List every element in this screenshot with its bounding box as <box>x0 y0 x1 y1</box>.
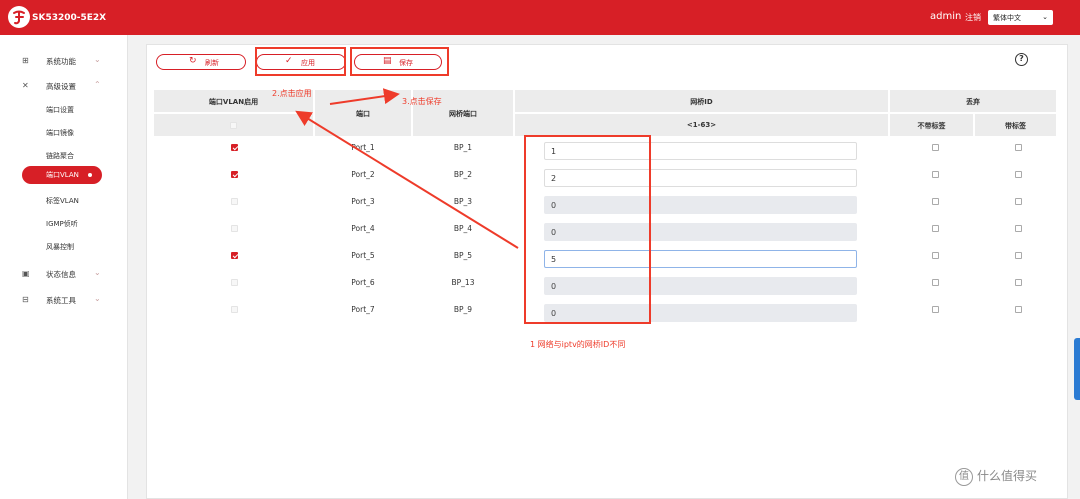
sidebar-group-label: 系统功能 <box>46 57 76 66</box>
header-port: 端口 <box>315 90 411 136</box>
tagged-discard-checkbox[interactable] <box>1015 171 1022 178</box>
tagged-discard-checkbox[interactable] <box>1015 225 1022 232</box>
watermark-logo-icon: 值 <box>955 467 973 486</box>
sidebar-group-label: 状态信息 <box>46 270 76 279</box>
port-name: Port_5 <box>351 251 375 260</box>
sidebar-item-port-mirroring[interactable]: 端口镜像 <box>46 128 74 138</box>
annotation-bridge-id-box <box>524 135 651 324</box>
port-name: Port_1 <box>351 143 375 152</box>
port-name: Port_4 <box>351 224 375 233</box>
sidebar-group-status-info[interactable]: ▣ 状态信息 ⌄ <box>0 268 128 282</box>
brand-logo <box>8 6 30 28</box>
bridge-port: BP_1 <box>453 143 473 152</box>
tagged-discard-checkbox[interactable] <box>1015 144 1022 151</box>
chevron-down-icon: ⌄ <box>94 294 101 303</box>
watermark-text: 什么值得买 <box>977 469 1038 483</box>
help-icon[interactable]: ? <box>1015 53 1028 66</box>
annotation-step-2: 2.点击应用 <box>272 89 312 98</box>
sidebar-item-port-settings[interactable]: 端口设置 <box>46 105 74 115</box>
brand-logo-icon <box>13 10 25 25</box>
sidebar: ⊞ 系统功能 ⌄ ✕ 高级设置 ⌃ 端口设置 端口镜像 链路聚合 端口VLAN … <box>0 35 128 499</box>
port-5-enable-checkbox[interactable] <box>231 252 238 259</box>
top-bar: SK53200-5E2X admin 注销 繁体中文 ⌄ <box>0 0 1080 35</box>
port-7-enable-checkbox[interactable] <box>231 306 238 313</box>
header-bridge-id-range: <1-63> <box>515 114 888 136</box>
username: admin <box>930 11 962 22</box>
port-4-enable-checkbox[interactable] <box>231 225 238 232</box>
enable-all-checkbox[interactable] <box>230 122 237 129</box>
untagged-discard-checkbox[interactable] <box>932 144 939 151</box>
annotation-step-1: 1 网络与iptv的网桥ID不同 <box>530 340 626 349</box>
monitor-icon: ▣ <box>22 269 30 278</box>
watermark: 值什么值得买 <box>955 467 1037 486</box>
untagged-discard-checkbox[interactable] <box>932 252 939 259</box>
untagged-discard-checkbox[interactable] <box>932 225 939 232</box>
bridge-port: BP_5 <box>453 251 473 260</box>
sidebar-item-label: 端口VLAN <box>46 171 79 179</box>
grid-icon: ⊞ <box>22 56 29 65</box>
language-select[interactable]: 繁体中文 ⌄ <box>988 10 1053 25</box>
untagged-discard-checkbox[interactable] <box>932 279 939 286</box>
tools-icon: ✕ <box>22 81 29 90</box>
sidebar-item-igmp-snooping[interactable]: IGMP侦听 <box>46 219 78 229</box>
tagged-discard-checkbox[interactable] <box>1015 252 1022 259</box>
chevron-up-icon: ⌃ <box>94 80 101 89</box>
bridge-port: BP_9 <box>453 305 473 314</box>
bridge-port: BP_2 <box>453 170 473 179</box>
tagged-discard-checkbox[interactable] <box>1015 306 1022 313</box>
tagged-discard-checkbox[interactable] <box>1015 279 1022 286</box>
sidebar-group-label: 系统工具 <box>46 296 76 305</box>
sidebar-group-system-functions[interactable]: ⊞ 系统功能 ⌄ <box>0 55 128 69</box>
header-discard: 丢弃 <box>890 90 1056 112</box>
bridge-port: BP_4 <box>453 224 473 233</box>
port-1-enable-checkbox[interactable] <box>231 144 238 151</box>
untagged-discard-checkbox[interactable] <box>932 171 939 178</box>
device-model: SK53200-5E2X <box>32 13 107 23</box>
side-float-tab[interactable] <box>1074 338 1080 400</box>
sidebar-item-link-aggregation[interactable]: 链路聚合 <box>46 151 74 161</box>
bridge-port: BP_3 <box>453 197 473 206</box>
active-dot-icon <box>88 173 92 177</box>
refresh-button[interactable]: ↻ 刷新 <box>156 54 246 70</box>
language-value: 繁体中文 <box>993 14 1021 22</box>
annotation-save-box <box>350 47 449 76</box>
sidebar-group-system-tools[interactable]: ⊟ 系统工具 ⌄ <box>0 294 128 308</box>
toolbox-icon: ⊟ <box>22 295 29 304</box>
untagged-discard-checkbox[interactable] <box>932 198 939 205</box>
logout-link[interactable]: 注销 <box>965 12 981 23</box>
sidebar-item-port-vlan[interactable]: 端口VLAN <box>22 166 102 184</box>
bridge-port: BP_13 <box>451 278 475 287</box>
port-name: Port_3 <box>351 197 375 206</box>
sidebar-group-advanced-settings[interactable]: ✕ 高级设置 ⌃ <box>0 80 128 94</box>
chevron-down-icon: ⌄ <box>94 55 101 64</box>
tagged-discard-checkbox[interactable] <box>1015 198 1022 205</box>
header-tagged: 带标签 <box>975 114 1056 136</box>
header-enable-all-cell <box>154 114 313 136</box>
port-6-enable-checkbox[interactable] <box>231 279 238 286</box>
port-name: Port_7 <box>351 305 375 314</box>
sidebar-group-label: 高级设置 <box>46 82 76 91</box>
untagged-discard-checkbox[interactable] <box>932 306 939 313</box>
port-name: Port_2 <box>351 170 375 179</box>
port-name: Port_6 <box>351 278 375 287</box>
header-bridge-id: 网桥ID <box>515 90 888 112</box>
sidebar-item-storm-control[interactable]: 风暴控制 <box>46 242 74 252</box>
chevron-down-icon: ⌄ <box>1042 13 1048 21</box>
annotation-step-3: 3.点击保存 <box>402 97 442 106</box>
port-3-enable-checkbox[interactable] <box>231 198 238 205</box>
port-2-enable-checkbox[interactable] <box>231 171 238 178</box>
annotation-apply-box <box>255 47 346 76</box>
chevron-down-icon: ⌄ <box>94 268 101 277</box>
header-untagged: 不带标签 <box>890 114 973 136</box>
refresh-icon: ↻ <box>189 56 197 66</box>
sidebar-item-tag-vlan[interactable]: 标签VLAN <box>46 196 79 206</box>
refresh-label: 刷新 <box>205 59 219 67</box>
